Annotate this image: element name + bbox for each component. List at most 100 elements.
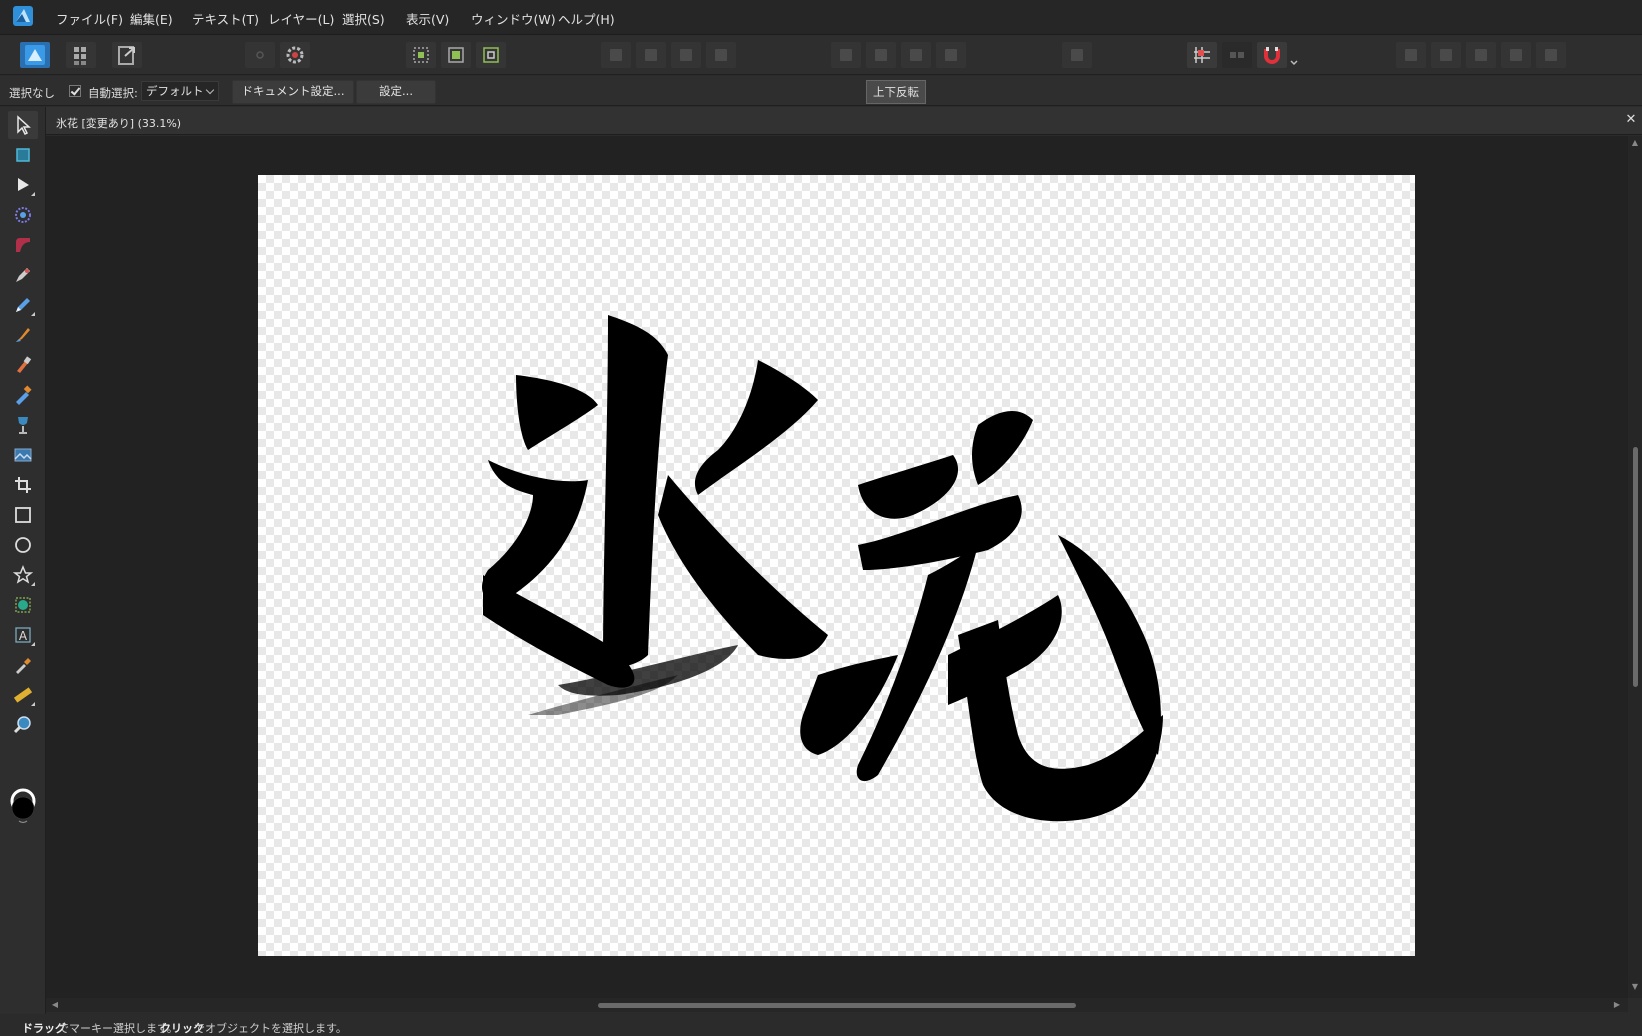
rectangle-tool[interactable] xyxy=(8,501,38,529)
designer-persona-button[interactable] xyxy=(20,42,50,68)
align-center-button[interactable] xyxy=(866,42,896,68)
flip-vertical-button[interactable] xyxy=(936,42,966,68)
menu-text[interactable]: テキスト(T) xyxy=(192,9,259,28)
corner-icon xyxy=(16,238,30,252)
boolean-intersect-button[interactable] xyxy=(1466,42,1496,68)
scroll-up-arrow-icon[interactable]: ▲ xyxy=(1630,138,1640,148)
align-left-button[interactable] xyxy=(831,42,861,68)
close-icon[interactable]: ✕ xyxy=(1624,113,1638,127)
document-tab-bar: 氷花 [変更あり] (33.1%) ✕ xyxy=(46,107,1642,135)
auto-select-dropdown[interactable]: デフォルト xyxy=(141,81,219,101)
color-swatch[interactable] xyxy=(10,788,36,824)
menu-view[interactable]: 表示(V) xyxy=(406,9,449,28)
point-transform-tool[interactable] xyxy=(8,201,38,229)
transform-button[interactable] xyxy=(1062,42,1092,68)
chevron-down-icon xyxy=(205,85,215,95)
fill-tool[interactable] xyxy=(8,351,38,379)
scroll-down-arrow-icon[interactable]: ▼ xyxy=(1630,982,1640,992)
menu-layer[interactable]: レイヤー(L) xyxy=(268,9,334,28)
horizontal-scrollbar-thumb[interactable] xyxy=(598,1003,1076,1008)
view-mode-button[interactable] xyxy=(1222,42,1252,68)
zoom-tool[interactable] xyxy=(8,711,38,739)
status-bar: ドラッグ でマーキー選択します。 クリック でオブジェクトを選択します。 xyxy=(0,1014,1642,1035)
vector-brush-tool[interactable] xyxy=(8,321,38,349)
affinity-designer-logo-icon[interactable] xyxy=(12,5,34,27)
measure-tool[interactable] xyxy=(8,681,38,709)
move-tool[interactable] xyxy=(8,111,38,139)
pointer-arrow-icon xyxy=(17,115,31,136)
flip-horizontal-icon xyxy=(910,49,922,61)
status-click-text: でオブジェクトを選択します。 xyxy=(194,1022,347,1035)
align-center-icon xyxy=(875,49,887,61)
place-image-tool[interactable] xyxy=(8,441,38,469)
menu-help[interactable]: ヘルプ(H) xyxy=(558,9,615,28)
isolate-button[interactable] xyxy=(406,42,436,68)
point-transform-icon xyxy=(15,207,31,223)
flip-vertical-icon xyxy=(945,49,957,61)
tools-panel: A xyxy=(0,107,46,1014)
bounds-icon xyxy=(448,47,464,63)
boolean-add-button[interactable] xyxy=(1396,42,1426,68)
arrange-backward-button[interactable] xyxy=(636,42,666,68)
auto-select-checkbox[interactable] xyxy=(69,85,81,97)
document-setup-button[interactable] xyxy=(245,42,275,68)
context-toolbar: 選択なし 自動選択: デフォルト ドキュメント設定... 設定... xyxy=(0,76,1642,106)
node-tool[interactable] xyxy=(8,171,38,199)
preferences-button[interactable] xyxy=(280,42,310,68)
snapping-toggle-button[interactable] xyxy=(1257,42,1287,68)
arrange-forward-icon xyxy=(680,49,692,61)
align-left-icon xyxy=(840,49,852,61)
boolean-divide-button[interactable] xyxy=(1536,42,1566,68)
snapping-grid-icon xyxy=(1194,47,1210,63)
arrange-forward-button[interactable] xyxy=(671,42,701,68)
menu-select[interactable]: 選択(S) xyxy=(342,9,385,28)
snapping-grid-button[interactable] xyxy=(1187,42,1217,68)
arrange-front-icon xyxy=(715,49,727,61)
pencil-tool[interactable] xyxy=(8,291,38,319)
settings-button[interactable]: 設定... xyxy=(356,80,436,104)
crop-tool[interactable] xyxy=(8,471,38,499)
wine-glass-icon xyxy=(18,417,28,434)
select-invert-button[interactable] xyxy=(476,42,506,68)
document-tab-title[interactable]: 氷花 [変更あり] (33.1%) xyxy=(56,115,181,131)
menu-file[interactable]: ファイル(F) xyxy=(56,9,123,28)
scroll-left-arrow-icon[interactable]: ◀ xyxy=(50,999,60,1011)
export-persona-button[interactable] xyxy=(112,42,142,68)
document-settings-button[interactable]: ドキュメント設定... xyxy=(232,80,354,104)
flip-horizontal-button[interactable] xyxy=(901,42,931,68)
image-icon xyxy=(14,448,32,462)
arrange-back-icon xyxy=(610,49,622,61)
paint-brush-icon xyxy=(17,356,32,373)
calligraphy-artwork xyxy=(482,315,1163,822)
boolean-subtract-button[interactable] xyxy=(1431,42,1461,68)
boolean-xor-button[interactable] xyxy=(1501,42,1531,68)
artboard[interactable] xyxy=(258,175,1415,956)
swap-colors-icon xyxy=(18,820,28,824)
rectangle-icon xyxy=(15,507,31,523)
menu-edit[interactable]: 編集(E) xyxy=(130,9,173,28)
corner-tool[interactable] xyxy=(8,231,38,259)
main-toolbar xyxy=(0,35,1642,75)
ellipse-tool[interactable] xyxy=(8,531,38,559)
scroll-right-arrow-icon[interactable]: ▶ xyxy=(1612,999,1622,1011)
artboard-tool[interactable] xyxy=(8,141,38,169)
arrange-back-button[interactable] xyxy=(601,42,631,68)
crop-icon xyxy=(15,477,31,493)
zoom-icon xyxy=(13,716,31,734)
auto-select-value: デフォルト xyxy=(146,84,204,98)
snapping-options-chevron-icon[interactable] xyxy=(1290,52,1298,66)
pixel-persona-button[interactable] xyxy=(66,42,96,68)
star-tool[interactable] xyxy=(8,561,38,589)
menu-window[interactable]: ウィンドウ(W) xyxy=(471,9,556,28)
text-tool[interactable]: A xyxy=(8,621,38,649)
transparency-tool[interactable] xyxy=(8,411,38,439)
color-picker-tool[interactable] xyxy=(8,651,38,679)
pen-tool[interactable] xyxy=(8,261,38,289)
pixel-tool[interactable] xyxy=(8,381,38,409)
shape-builder-tool[interactable] xyxy=(8,591,38,619)
select-bounds-button[interactable] xyxy=(441,42,471,68)
boolean-xor-icon xyxy=(1510,49,1522,61)
arrange-front-button[interactable] xyxy=(706,42,736,68)
vertical-scrollbar-thumb[interactable] xyxy=(1633,447,1638,687)
pen-icon xyxy=(16,268,30,282)
